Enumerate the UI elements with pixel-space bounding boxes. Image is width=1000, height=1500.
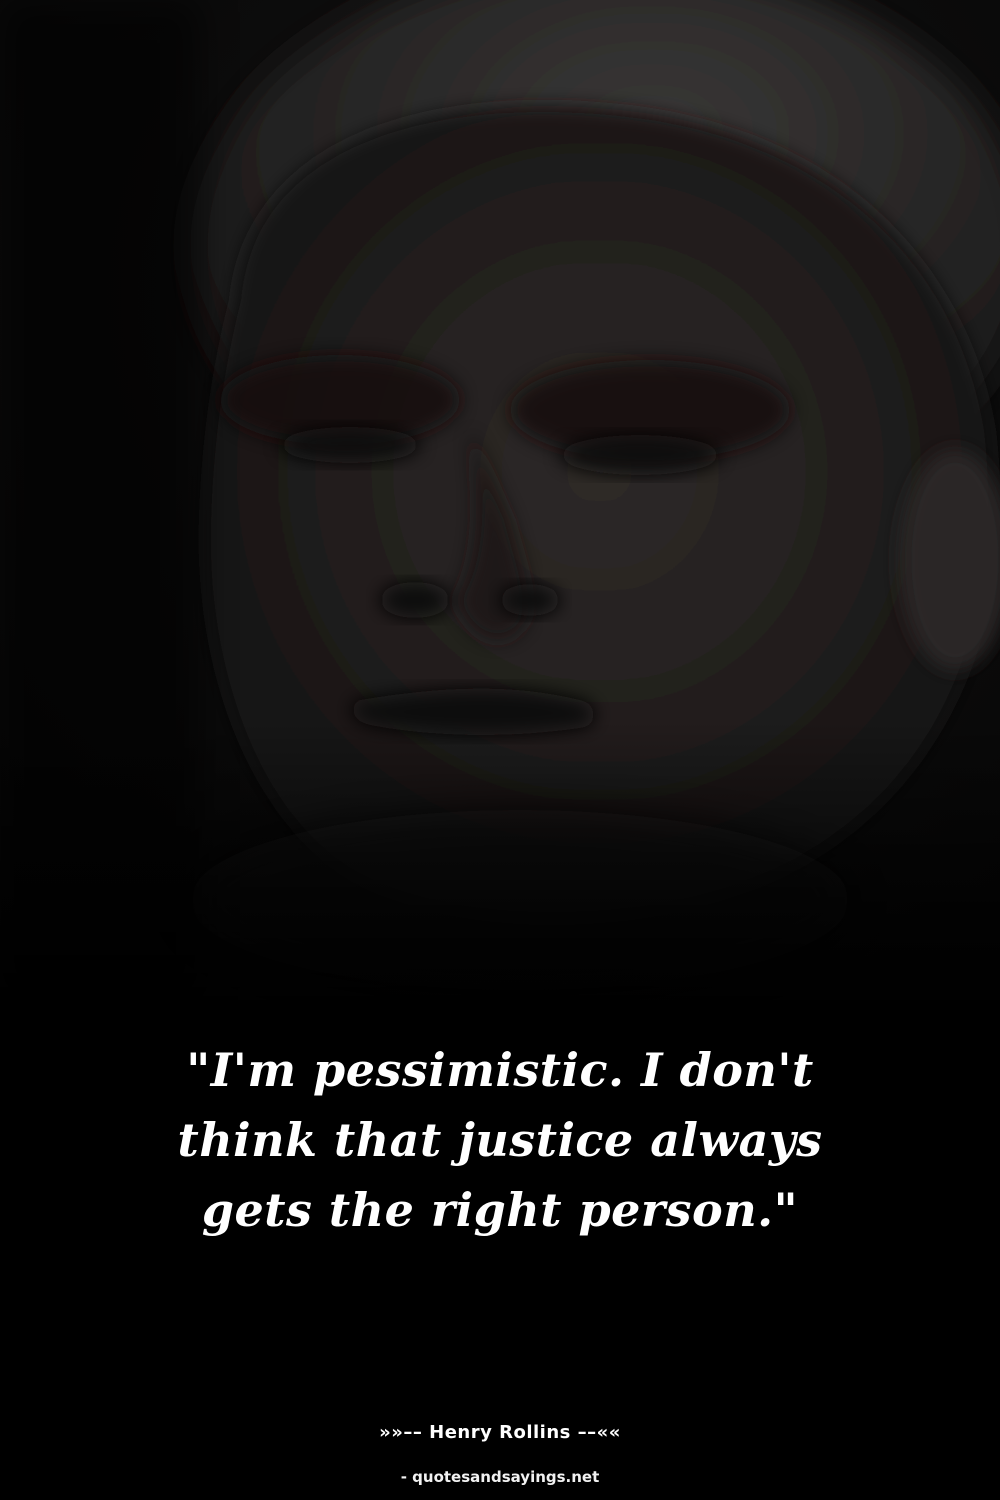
quote-text: "I'm pessimistic. I don't think that jus… — [177, 1043, 823, 1237]
portrait-photo — [0, 0, 1000, 1000]
quote-poster: "I'm pessimistic. I don't think that jus… — [0, 0, 1000, 1500]
author-attribution: »»–– Henry Rollins ––«« — [379, 1422, 621, 1443]
source-watermark: - quotesandsayings.net — [400, 1468, 600, 1486]
